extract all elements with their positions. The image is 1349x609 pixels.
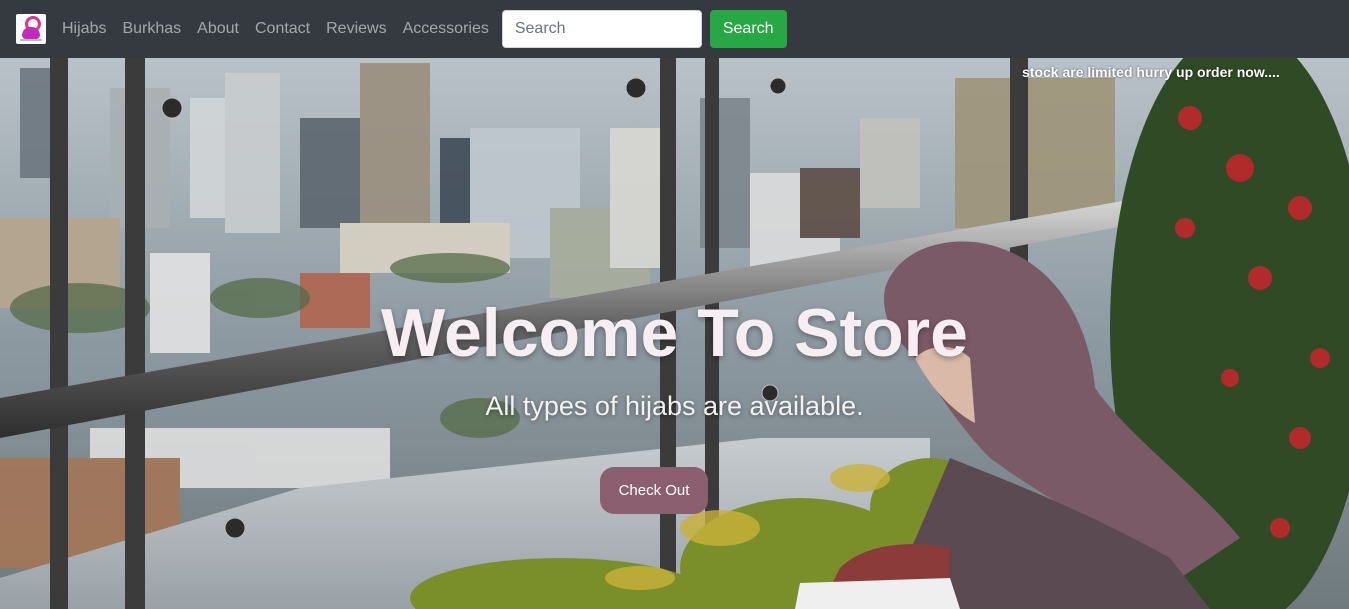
hijab-logo-icon[interactable] bbox=[16, 14, 46, 44]
search-button[interactable]: Search bbox=[709, 10, 787, 48]
nav-link-accessories[interactable]: Accessories bbox=[395, 0, 497, 58]
stock-marquee-text: stock are limited hurry up order now.... bbox=[1022, 64, 1280, 80]
nav-link-reviews[interactable]: Reviews bbox=[318, 0, 394, 58]
check-out-button[interactable]: Check Out bbox=[600, 467, 708, 514]
nav-link-about[interactable]: About bbox=[189, 0, 247, 58]
nav-link-contact[interactable]: Contact bbox=[247, 0, 318, 58]
hero-banner: stock are limited hurry up order now....… bbox=[0, 58, 1349, 609]
hero-title: Welcome To Store bbox=[381, 295, 968, 371]
nav-link-hijabs[interactable]: Hijabs bbox=[54, 0, 114, 58]
navbar: Hijabs Burkhas About Contact Reviews Acc… bbox=[0, 0, 1349, 58]
nav-link-burkhas[interactable]: Burkhas bbox=[114, 0, 189, 58]
search-input[interactable] bbox=[501, 10, 702, 48]
hero-subtitle: All types of hijabs are available. bbox=[485, 391, 864, 421]
